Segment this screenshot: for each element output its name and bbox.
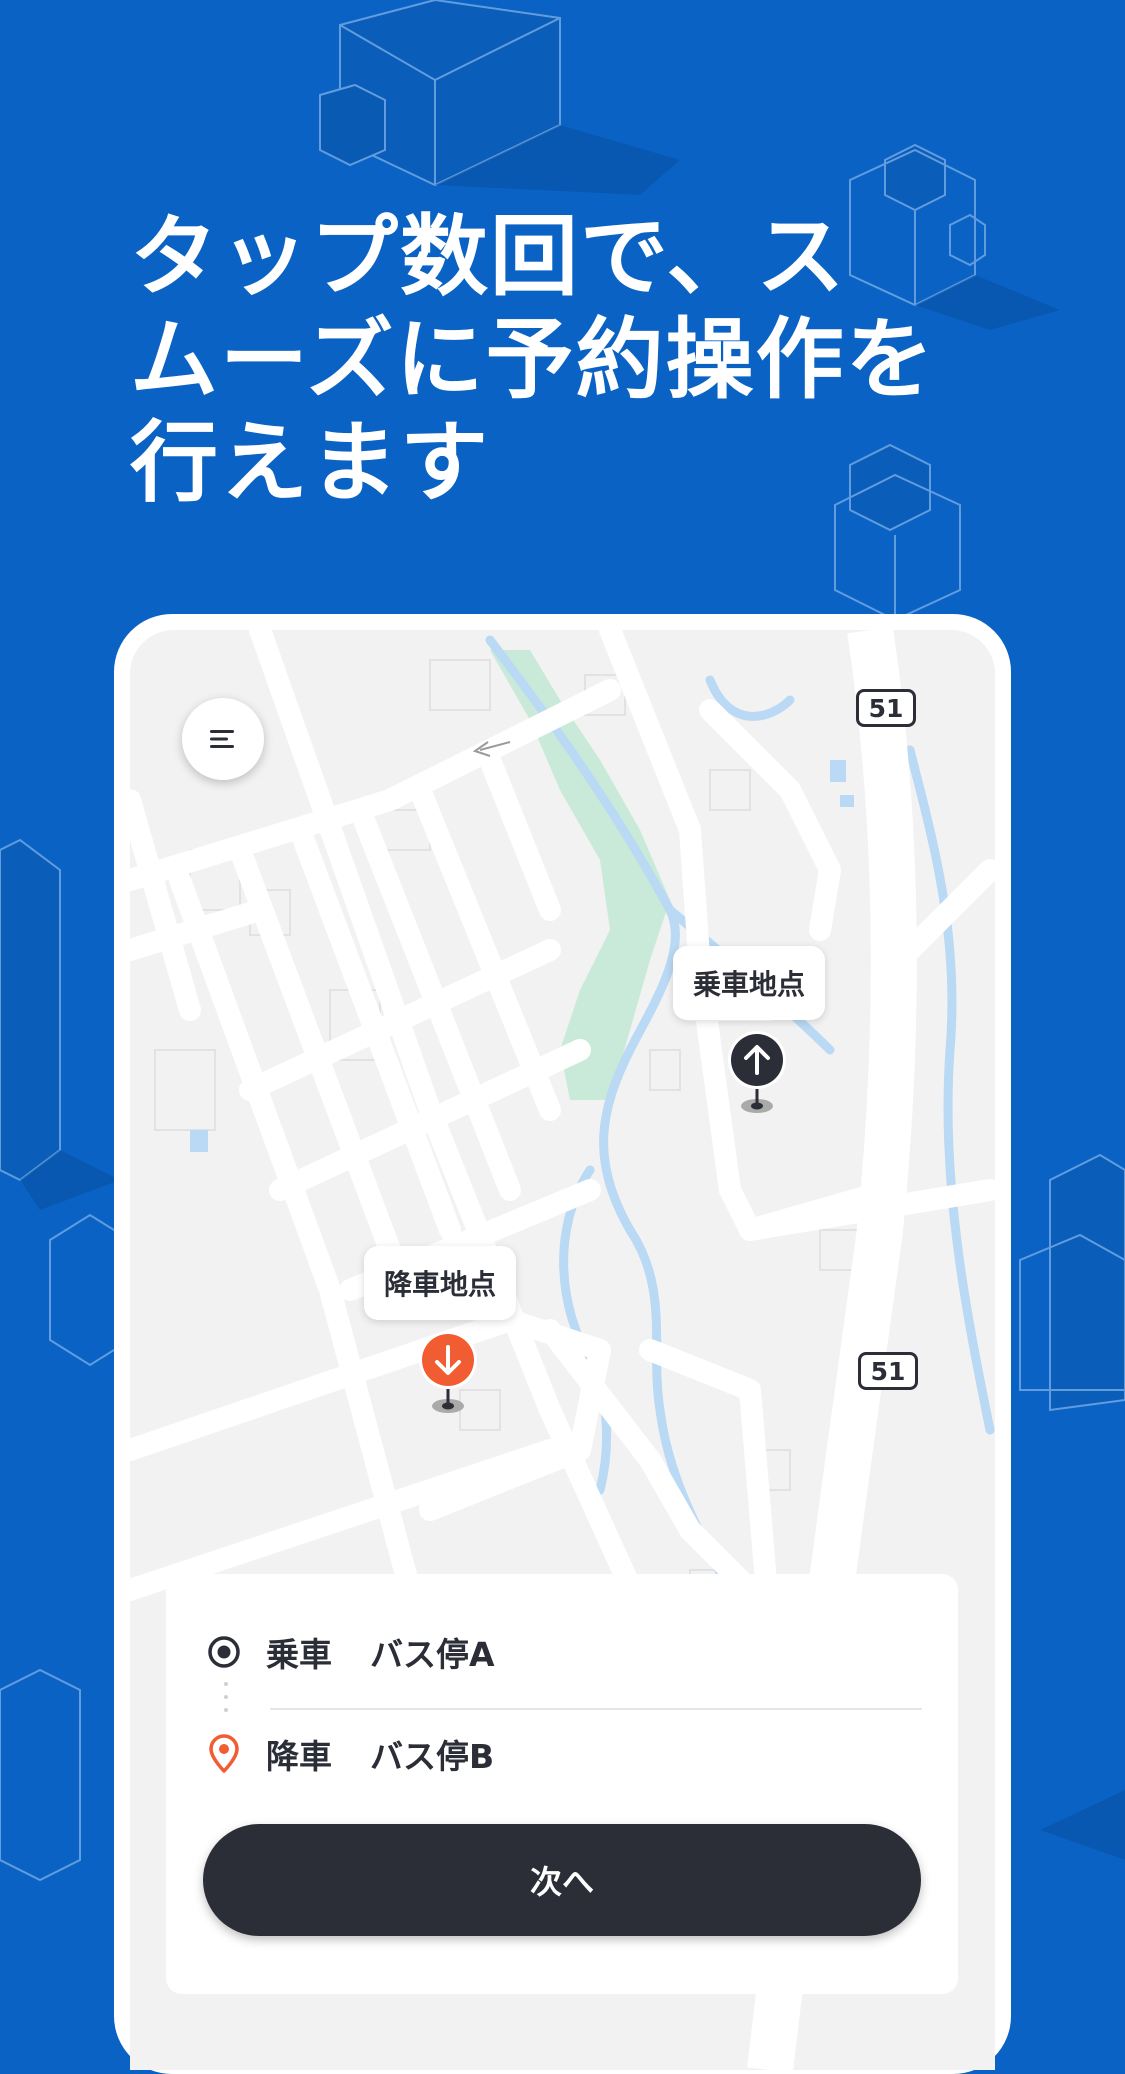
menu-button[interactable] bbox=[182, 698, 264, 780]
pickup-row[interactable]: 乗車 バス停A bbox=[206, 1628, 495, 1676]
pickup-target-icon bbox=[206, 1634, 242, 1670]
headline-line-2: ムーズに予約操作を bbox=[130, 308, 936, 411]
booking-panel: 乗車 バス停A 降車 バス停B 次へ bbox=[166, 1574, 958, 1994]
dropoff-label: 降車 bbox=[266, 1737, 332, 1776]
headline: タップ数回で、ス ムーズに予約操作を 行えます bbox=[130, 205, 936, 514]
panel-divider bbox=[270, 1708, 922, 1710]
map-screen: 51 51 乗車地点 降車地点 乗車 バス停A 降車 バス停B 次へ bbox=[130, 630, 995, 2070]
dropoff-value: バス停B bbox=[370, 1737, 495, 1776]
pickup-pin[interactable] bbox=[722, 1030, 792, 1120]
route-shield-top: 51 bbox=[856, 689, 916, 727]
pickup-value: バス停A bbox=[370, 1635, 495, 1674]
pickup-label: 乗車 bbox=[266, 1635, 332, 1674]
route-dots bbox=[224, 1682, 228, 1721]
next-button[interactable]: 次へ bbox=[203, 1824, 921, 1936]
headline-line-1: タップ数回で、ス bbox=[130, 205, 847, 308]
pickup-pin-label: 乗車地点 bbox=[673, 946, 826, 1020]
headline-line-3: 行えます bbox=[130, 411, 491, 514]
route-shield-bottom: 51 bbox=[858, 1352, 918, 1390]
phone-frame: 51 51 乗車地点 降車地点 乗車 バス停A 降車 バス停B 次へ bbox=[114, 614, 1011, 2074]
hamburger-menu-icon bbox=[210, 730, 234, 748]
location-pin-icon bbox=[206, 1734, 242, 1773]
dropoff-row[interactable]: 降車 バス停B bbox=[206, 1730, 494, 1778]
dropoff-pin[interactable] bbox=[413, 1330, 483, 1420]
dropoff-pin-label: 降車地点 bbox=[364, 1246, 517, 1320]
